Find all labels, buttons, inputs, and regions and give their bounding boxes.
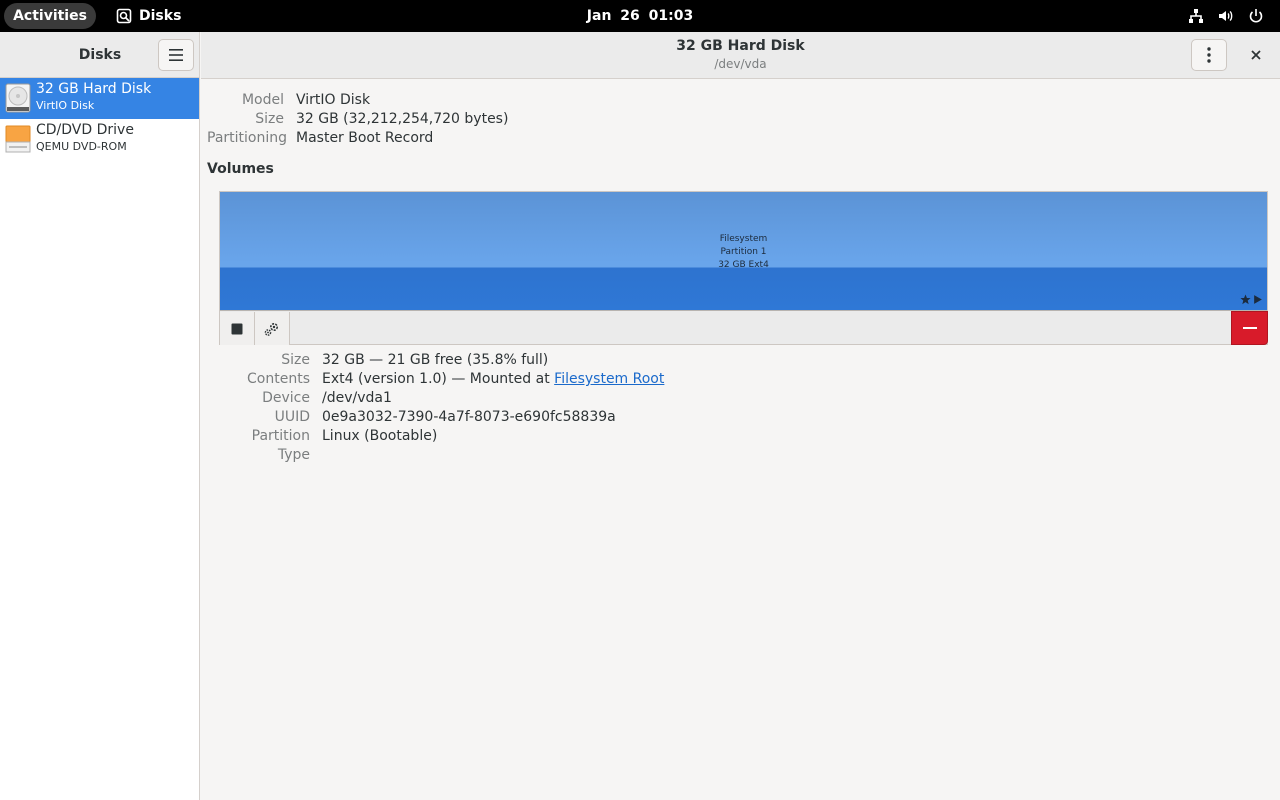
partitioning-label: Partitioning	[207, 130, 287, 146]
network-icon[interactable]	[1188, 8, 1204, 24]
page-title: 32 GB Hard Disk	[676, 38, 805, 54]
partitioning-value: Master Boot Record	[296, 130, 434, 146]
top-bar: Activities Disks Jan 26 01:03	[0, 0, 1280, 32]
sidebar: Disks 32 GB Hard Disk VirtIO Disk CD/DVD…	[0, 32, 200, 800]
optical-drive-icon	[5, 124, 31, 154]
clock[interactable]: Jan 26 01:03	[587, 8, 693, 24]
partition-1[interactable]: Filesystem Partition 1 32 GB Ext4	[220, 192, 1267, 311]
main-header: 32 GB Hard Disk /dev/vda	[201, 32, 1280, 79]
unmount-button[interactable]	[220, 312, 255, 345]
kebab-menu-icon	[1207, 47, 1211, 63]
device-label: Device	[262, 390, 310, 406]
close-button[interactable]	[1241, 40, 1271, 70]
gears-icon	[264, 322, 279, 336]
sidebar-item-hard-disk[interactable]: 32 GB Hard Disk VirtIO Disk	[0, 78, 199, 119]
volume-size-value: 32 GB — 21 GB free (35.8% full)	[322, 352, 549, 368]
disk-name: CD/DVD Drive	[36, 122, 134, 138]
activities-button[interactable]: Activities	[4, 3, 96, 29]
star-icon	[1240, 294, 1251, 305]
volume-icon[interactable]	[1218, 8, 1234, 24]
contents-label: Contents	[247, 371, 310, 387]
contents-value: Ext4 (version 1.0) — Mounted at Filesyst…	[310, 370, 664, 389]
model-label: Model	[241, 92, 284, 108]
close-icon	[1251, 50, 1261, 60]
stop-icon	[231, 323, 243, 334]
play-icon	[1254, 295, 1262, 304]
volume-info: Size 32 GB — 21 GB free (35.8% full) Cont…	[219, 351, 664, 465]
size-value: 32 GB (32,212,254,720 bytes)	[296, 111, 509, 127]
partition-type-value: Linux (Bootable)	[322, 428, 438, 444]
device-value: /dev/vda1	[322, 390, 392, 406]
volume-map: Filesystem Partition 1 32 GB Ext4	[219, 191, 1268, 345]
drive-options-button[interactable]	[1191, 39, 1227, 71]
minus-icon	[1242, 327, 1257, 329]
main-menu-button[interactable]	[158, 39, 194, 71]
model-value: VirtIO Disk	[296, 92, 371, 108]
hamburger-icon	[169, 49, 183, 61]
app-menu[interactable]: Disks	[116, 0, 181, 32]
size-label: Size	[255, 111, 284, 127]
contents-text: Ext4 (version 1.0) — Mounted at	[322, 371, 555, 387]
mount-point-link[interactable]: Filesystem Root	[554, 371, 664, 387]
partition-settings-button[interactable]	[255, 312, 290, 345]
disk-info: Model VirtIO Disk Size 32 GB (32,212,254,7…	[207, 91, 508, 148]
partition-type: Filesystem	[719, 234, 768, 244]
system-tray[interactable]	[1188, 0, 1264, 32]
sidebar-header: Disks	[0, 32, 199, 78]
uuid-label: UUID	[274, 409, 310, 425]
disk-name: 32 GB Hard Disk	[36, 81, 152, 97]
partition-label: Filesystem Partition 1 32 GB Ext4	[220, 233, 1267, 272]
volumes-heading: Volumes	[207, 161, 274, 177]
partition-size: 32 GB Ext4	[718, 260, 769, 270]
disk-model: QEMU DVD-ROM	[36, 140, 127, 153]
delete-partition-button[interactable]	[1231, 311, 1268, 345]
hard-disk-icon	[5, 83, 31, 113]
volume-size-label: Size	[281, 352, 310, 368]
sidebar-item-cd-dvd-drive[interactable]: CD/DVD Drive QEMU DVD-ROM	[0, 119, 199, 160]
uuid-value: 0e9a3032-7390-4a7f-8073-e690fc58839a	[322, 409, 616, 425]
disk-model: VirtIO Disk	[36, 99, 95, 112]
partition-name: Partition 1	[720, 247, 767, 257]
partition-type-label: Partition Type	[251, 428, 310, 463]
app-menu-label: Disks	[139, 8, 182, 24]
disks-app-icon	[116, 8, 132, 24]
page-subtitle: /dev/vda	[714, 57, 767, 71]
power-icon[interactable]	[1248, 8, 1264, 24]
